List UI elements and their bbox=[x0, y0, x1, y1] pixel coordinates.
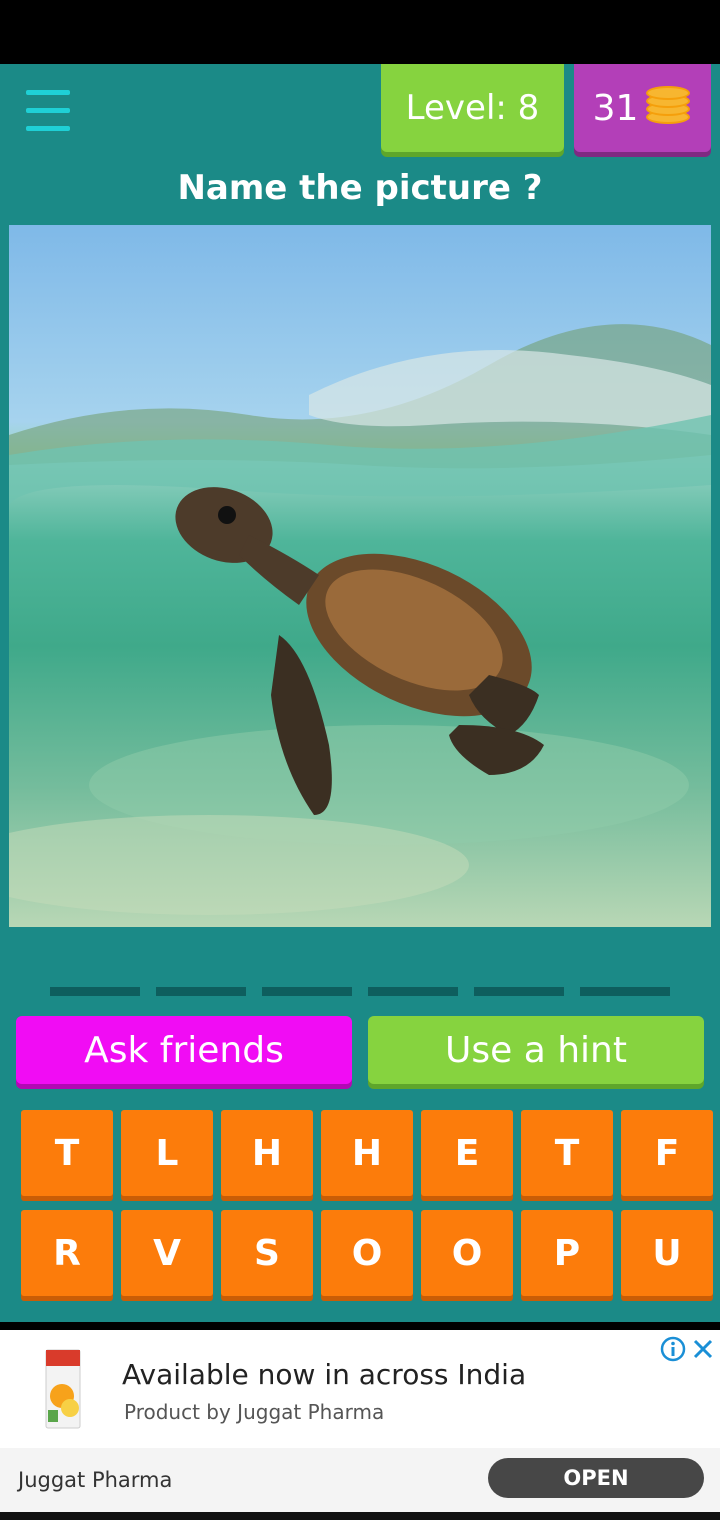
ad-open-label: OPEN bbox=[563, 1466, 629, 1490]
product-image bbox=[42, 1348, 84, 1430]
ad-subline: Product by Juggat Pharma bbox=[124, 1400, 385, 1424]
ad-info-icon[interactable] bbox=[660, 1336, 686, 1362]
letter-key[interactable]: S bbox=[221, 1210, 313, 1296]
question-title: Name the picture ? bbox=[177, 168, 543, 208]
ad-banner[interactable]: Available now in across India Product by… bbox=[0, 1330, 720, 1512]
answer-slot[interactable] bbox=[156, 987, 246, 996]
ask-friends-button[interactable]: Ask friends bbox=[16, 1016, 352, 1084]
letter-key[interactable]: T bbox=[521, 1110, 613, 1196]
letter-key[interactable]: F bbox=[621, 1110, 713, 1196]
coins-count: 31 bbox=[592, 87, 639, 129]
letter-keyboard: T L H H E T F R V S O O P U bbox=[21, 1110, 714, 1300]
answer-slot[interactable] bbox=[474, 987, 564, 996]
letter-key[interactable]: H bbox=[321, 1110, 413, 1196]
letter-key[interactable]: E bbox=[421, 1110, 513, 1196]
ad-advertiser: Juggat Pharma bbox=[18, 1468, 173, 1492]
letter-key[interactable]: V bbox=[121, 1210, 213, 1296]
game-screen: Level: 8 31 Name the picture ? Ask frien… bbox=[0, 64, 720, 1322]
answer-slot[interactable] bbox=[580, 987, 670, 996]
answer-slots bbox=[50, 987, 670, 997]
level-indicator: Level: 8 bbox=[381, 64, 564, 152]
ask-friends-label: Ask friends bbox=[84, 1029, 284, 1071]
hamburger-menu-icon[interactable] bbox=[24, 90, 72, 134]
letter-key[interactable]: U bbox=[621, 1210, 713, 1296]
letter-key[interactable]: O bbox=[421, 1210, 513, 1296]
use-hint-label: Use a hint bbox=[445, 1029, 627, 1071]
level-label: Level: 8 bbox=[405, 88, 540, 128]
coins-indicator[interactable]: 31 bbox=[574, 64, 711, 152]
letter-key[interactable]: H bbox=[221, 1110, 313, 1196]
system-nav-bar bbox=[0, 1512, 720, 1520]
letter-key[interactable]: T bbox=[21, 1110, 113, 1196]
coin-stack-icon bbox=[644, 86, 692, 128]
ad-footer: Juggat Pharma OPEN bbox=[0, 1448, 720, 1512]
answer-slot[interactable] bbox=[50, 987, 140, 996]
ad-open-button[interactable]: OPEN bbox=[488, 1458, 704, 1498]
answer-slot[interactable] bbox=[262, 987, 352, 996]
ad-close-icon[interactable] bbox=[690, 1336, 716, 1362]
letter-key[interactable]: O bbox=[321, 1210, 413, 1296]
letter-key[interactable]: P bbox=[521, 1210, 613, 1296]
letter-key[interactable]: L bbox=[121, 1110, 213, 1196]
letter-key[interactable]: R bbox=[21, 1210, 113, 1296]
status-bar bbox=[0, 0, 720, 64]
puzzle-picture bbox=[9, 225, 711, 927]
ad-headline[interactable]: Available now in across India bbox=[122, 1358, 526, 1391]
answer-slot[interactable] bbox=[368, 987, 458, 996]
use-hint-button[interactable]: Use a hint bbox=[368, 1016, 704, 1084]
ad-content[interactable]: Available now in across India Product by… bbox=[0, 1330, 720, 1448]
